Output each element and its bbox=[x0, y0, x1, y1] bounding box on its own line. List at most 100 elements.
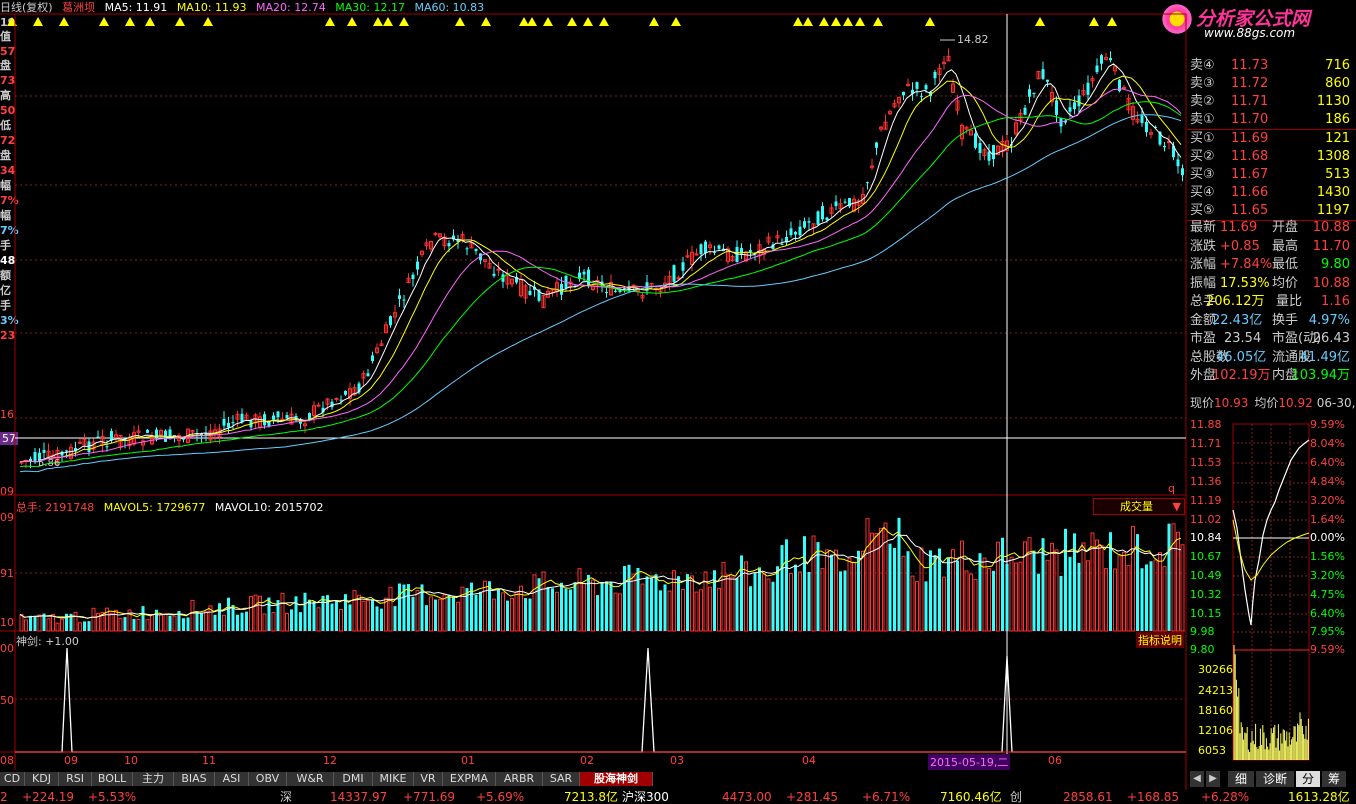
tab-arbr[interactable]: ARBR bbox=[496, 772, 543, 786]
tab-rsi[interactable]: RSI bbox=[59, 772, 92, 786]
volume-bar bbox=[348, 604, 352, 631]
tab-kdj[interactable]: KDJ bbox=[25, 772, 59, 786]
candle-body bbox=[681, 262, 685, 271]
candle-body bbox=[285, 415, 289, 419]
tab-sar[interactable]: SAR bbox=[543, 772, 580, 786]
candle-body bbox=[1181, 168, 1184, 176]
tab-expma[interactable]: EXPMA bbox=[443, 772, 496, 786]
crosshair-date: 2015-05-19,二 bbox=[928, 754, 1011, 770]
volume-bar bbox=[55, 622, 60, 632]
quote-value: 9.80 bbox=[1321, 257, 1350, 272]
volume-bar bbox=[645, 576, 649, 631]
volume-bar bbox=[109, 612, 114, 632]
intraday-pct-label: 4.84% bbox=[1310, 475, 1345, 488]
candle-body bbox=[1100, 55, 1103, 64]
volume-bar bbox=[798, 571, 802, 632]
volume-bar bbox=[771, 581, 775, 631]
volume-bar bbox=[1054, 549, 1059, 632]
tab-boll[interactable]: BOLL bbox=[92, 772, 133, 786]
scroll-left-icon[interactable]: ◀ bbox=[1190, 771, 1204, 787]
buy-price: 11.65 bbox=[1231, 203, 1269, 218]
volume-bar bbox=[874, 533, 879, 632]
buy-label: 买① bbox=[1190, 131, 1215, 146]
volume-bar bbox=[19, 613, 24, 632]
kline-chart[interactable] bbox=[0, 0, 1190, 790]
volume-axis-label: 91 bbox=[0, 567, 14, 580]
volume-bar bbox=[398, 583, 401, 631]
candle-body bbox=[1145, 121, 1148, 133]
tab-obv[interactable]: OBV bbox=[249, 772, 287, 786]
candle-body bbox=[803, 221, 806, 228]
intraday-price-label: 11.71 bbox=[1190, 437, 1222, 450]
x-date: 03 bbox=[670, 754, 684, 767]
volume-bar bbox=[569, 589, 572, 631]
volume-bar bbox=[182, 618, 185, 631]
avg-label: 均价 bbox=[1254, 396, 1279, 410]
volume-bar bbox=[1099, 545, 1104, 632]
quote-key: 换手 bbox=[1272, 312, 1299, 328]
candle-body bbox=[780, 243, 784, 245]
candle-body bbox=[110, 431, 113, 441]
tab-vr[interactable]: VR bbox=[414, 772, 443, 786]
indicator-help-button[interactable]: 指标说明 bbox=[1136, 632, 1184, 648]
tab-bias[interactable]: BIAS bbox=[174, 772, 215, 786]
tab-mike[interactable]: MIKE bbox=[373, 772, 414, 786]
candle-body bbox=[699, 244, 703, 255]
candle-body bbox=[182, 438, 185, 440]
quote-key: 振幅 bbox=[1190, 275, 1217, 291]
intraday-price-label: 10.84 bbox=[1190, 531, 1222, 544]
sell-label: 卖② bbox=[1190, 94, 1215, 109]
intraday-pct-label: 7.95% bbox=[1310, 625, 1345, 638]
candle-body bbox=[1023, 107, 1027, 115]
tab-cd[interactable]: CD bbox=[0, 772, 25, 786]
volume-bar bbox=[640, 583, 645, 632]
logo-url: www.88gs.com bbox=[1204, 26, 1296, 40]
volume-bar bbox=[262, 613, 267, 632]
candle-body bbox=[614, 290, 617, 292]
volume-bar bbox=[623, 566, 626, 631]
candle-body bbox=[978, 143, 982, 154]
volume-bar bbox=[672, 570, 676, 632]
volume-bar bbox=[964, 570, 969, 632]
tab-dmi[interactable]: DMI bbox=[334, 772, 373, 786]
sell-volume: 716 bbox=[1325, 58, 1350, 73]
volume-bar bbox=[497, 589, 500, 631]
volume-bar bbox=[686, 574, 689, 631]
volume-bar bbox=[60, 618, 64, 632]
buy-row: 买④ 11.66 1430 bbox=[1187, 184, 1356, 202]
status-item: 2858.61 bbox=[1063, 790, 1113, 804]
right-tab-diagnose[interactable]: 诊断 bbox=[1256, 771, 1294, 787]
chevron-down-icon: ▼ bbox=[1172, 500, 1181, 513]
candle-body bbox=[587, 269, 590, 286]
candle-body bbox=[1032, 92, 1036, 95]
buy-row: 买⑤ 11.65 1197 bbox=[1187, 202, 1356, 220]
volume-bar bbox=[721, 561, 726, 632]
volume-bar bbox=[758, 567, 761, 631]
low-price-annotation: 5.86 bbox=[38, 458, 61, 469]
volume-bar bbox=[78, 622, 82, 632]
right-tab-minute[interactable]: 分 bbox=[1296, 771, 1320, 787]
right-tab-detail[interactable]: 细 bbox=[1228, 771, 1254, 787]
volume-bar bbox=[1032, 550, 1036, 631]
candle-body bbox=[1140, 115, 1144, 123]
tab-asi[interactable]: ASI bbox=[215, 772, 249, 786]
volume-bar bbox=[303, 592, 307, 631]
tab-wr[interactable]: W&R bbox=[287, 772, 334, 786]
tab-guhai-shenjian[interactable]: 股海神剑 bbox=[580, 772, 653, 786]
buy-row: 买① 11.69 121 bbox=[1187, 130, 1356, 148]
candle-body bbox=[920, 95, 923, 97]
intraday-price-label: 11.36 bbox=[1190, 475, 1222, 488]
volume-dropdown[interactable]: 成交量 ▼ bbox=[1093, 498, 1185, 515]
intraday-vol-label: 12106 bbox=[1198, 724, 1233, 737]
tab-main[interactable]: 主力 bbox=[133, 772, 174, 786]
candle-body bbox=[389, 316, 392, 326]
right-tab-chips[interactable]: 筹 bbox=[1322, 771, 1346, 787]
volume-bar bbox=[713, 570, 716, 631]
volume-bar bbox=[114, 609, 118, 632]
volume-bar bbox=[83, 621, 86, 631]
volume-bar bbox=[956, 560, 959, 631]
volume-bar bbox=[1158, 552, 1162, 632]
volume-bar bbox=[555, 591, 559, 632]
scroll-right-icon[interactable]: ▶ bbox=[1206, 771, 1220, 787]
indicator-axis-label: 08 bbox=[0, 754, 14, 767]
